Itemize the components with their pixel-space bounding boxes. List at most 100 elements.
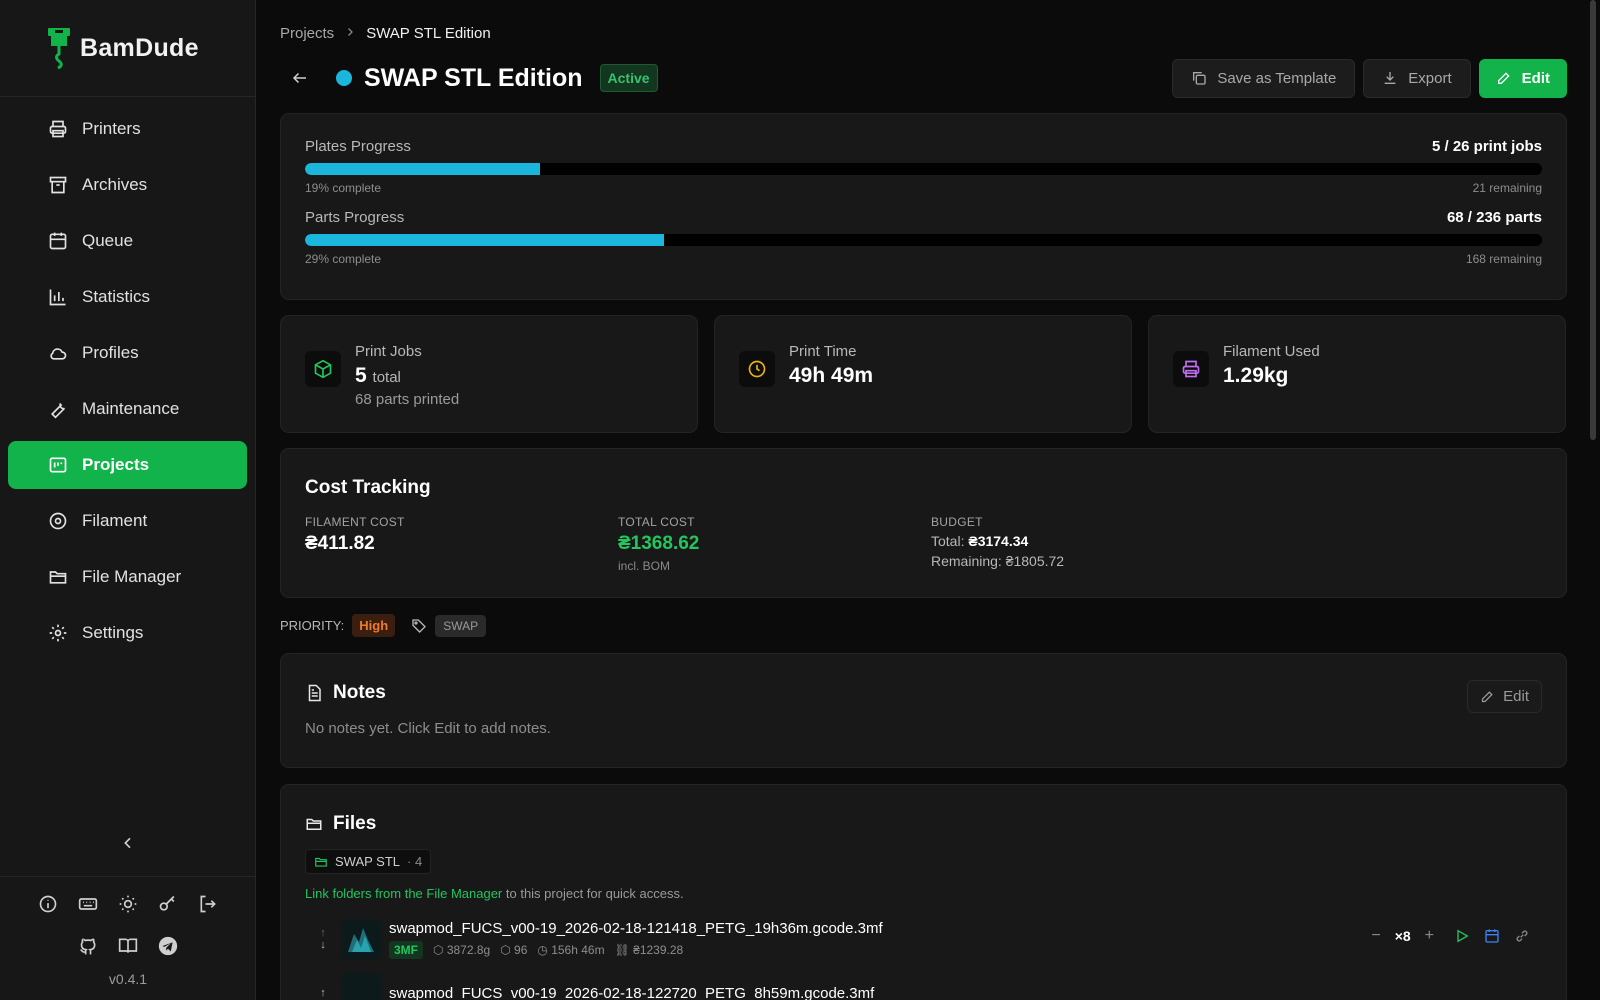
breadcrumb-projects-link[interactable]: Projects [280, 25, 334, 42]
linked-folder-chip[interactable]: SWAP STL · 4 [305, 849, 432, 874]
collapse-sidebar-button[interactable] [0, 835, 256, 851]
priority-badge: High [352, 614, 396, 637]
file-row[interactable]: ↑ swapmod_FUCS_v00-19_2026-02-18-122720_… [305, 973, 1542, 1000]
budget-total-value: ₴3174.34 [968, 533, 1029, 549]
schedule-icon[interactable] [1484, 928, 1500, 944]
total-cost-sub: incl. BOM [618, 559, 671, 573]
arrow-up-icon[interactable]: ↑ [320, 927, 326, 939]
file-thumbnail [341, 919, 381, 959]
parts-progress-label: Parts Progress [305, 209, 405, 226]
main-content: Projects SWAP STL Edition SWAP STL Editi… [256, 0, 1600, 1000]
sidebar-item-label: Filament [82, 511, 148, 530]
reorder-arrows[interactable]: ↑ [311, 987, 335, 999]
printer-icon [1173, 351, 1209, 387]
plates-progress-fill [305, 163, 541, 175]
project-color-dot [336, 70, 352, 86]
scrollbar[interactable] [1590, 0, 1596, 440]
sidebar-item-projects[interactable]: Projects [8, 441, 247, 489]
print-jobs-value: 5 [355, 364, 367, 387]
sidebar-item-queue[interactable]: Queue [8, 217, 247, 265]
app-logo[interactable]: BamDude [0, 0, 255, 97]
sidebar-item-label: Statistics [82, 287, 151, 306]
file-quantity: ×8 [1394, 928, 1411, 944]
print-time-label: Print Time [789, 343, 857, 360]
export-button[interactable]: Export [1363, 58, 1471, 98]
filament-used-card: Filament Used 1.29kg [1148, 315, 1566, 433]
plates-progress-bar [305, 163, 1542, 175]
parts-progress-fill [305, 234, 664, 246]
sidebar-nav: Printers Archives Queue Statistics Profi… [0, 105, 255, 665]
export-label: Export [1408, 69, 1452, 87]
keyboard-icon[interactable] [77, 893, 99, 915]
project-tag: SWAP [435, 614, 487, 637]
budget-remaining: Remaining: ₴1805.72 [931, 553, 1065, 569]
save-as-template-button[interactable]: Save as Template [1172, 58, 1356, 98]
sidebar-item-filament[interactable]: Filament [8, 497, 247, 545]
logout-icon[interactable] [197, 893, 219, 915]
play-icon[interactable] [1454, 928, 1470, 944]
archive-icon [48, 175, 68, 195]
plates-complete-text: 19% complete [305, 181, 382, 195]
notes-edit-button[interactable]: Edit [1467, 680, 1542, 713]
key-icon[interactable] [157, 893, 179, 915]
print-jobs-card: Print Jobs 5 total 68 parts printed [280, 315, 698, 433]
unlink-icon[interactable] [1514, 928, 1530, 944]
sidebar-item-archives[interactable]: Archives [8, 161, 247, 209]
notes-empty-text: No notes yet. Click Edit to add notes. [305, 720, 551, 737]
priority-row: PRIORITY: High SWAP [280, 614, 487, 637]
notes-title: Notes [333, 682, 386, 703]
files-title: Files [333, 813, 377, 834]
save-as-template-label: Save as Template [1217, 69, 1337, 87]
decrease-qty-button[interactable]: − [1371, 927, 1380, 945]
sidebar-item-settings[interactable]: Settings [8, 609, 247, 657]
cost-tracking-title: Cost Tracking [305, 477, 431, 498]
file-name: swapmod_FUCS_v00-19_2026-02-18-122720_PE… [389, 984, 875, 1000]
sidebar-item-label: Queue [82, 231, 134, 250]
parts-progress-bar [305, 234, 1542, 246]
file-weight: ⬡ 3872.8g [433, 942, 491, 957]
app-version: v0.4.1 [108, 971, 148, 987]
link-folders-rest: to this project for quick access. [502, 886, 684, 901]
back-button[interactable] [288, 66, 312, 90]
cloud-icon [48, 343, 68, 363]
arrow-up-icon[interactable]: ↑ [320, 987, 326, 999]
sidebar-item-maintenance[interactable]: Maintenance [8, 385, 247, 433]
sidebar-item-statistics[interactable]: Statistics [8, 273, 247, 321]
sun-icon[interactable] [117, 893, 139, 915]
edit-button[interactable]: Edit [1478, 58, 1567, 98]
page-header: SWAP STL Edition Active Save as Template… [280, 58, 1567, 98]
github-icon[interactable] [77, 935, 99, 957]
sidebar-item-printers[interactable]: Printers [8, 105, 247, 153]
arrow-down-icon[interactable]: ↓ [320, 939, 326, 951]
spool-icon [48, 511, 68, 531]
document-icon [305, 684, 323, 702]
parts-remaining-text: 168 remaining [1465, 252, 1542, 266]
sidebar-footer: v0.4.1 [0, 876, 256, 1000]
calendar-icon [48, 231, 68, 251]
book-icon[interactable] [117, 935, 139, 957]
sidebar-item-profiles[interactable]: Profiles [8, 329, 247, 377]
tag-icon [411, 618, 427, 634]
chevron-right-icon [344, 25, 356, 42]
increase-qty-button[interactable]: + [1425, 927, 1434, 945]
breadcrumb: Projects SWAP STL Edition [280, 25, 491, 42]
sidebar-item-label: Maintenance [82, 399, 180, 418]
info-icon[interactable] [37, 893, 59, 915]
box-icon [305, 351, 341, 387]
plates-progress: Plates Progress 5 / 26 print jobs 19% co… [305, 138, 1542, 195]
print-jobs-label: Print Jobs [355, 343, 422, 360]
pencil-icon [1482, 691, 1493, 703]
print-jobs-unit: total [372, 369, 401, 386]
printer-icon [48, 119, 68, 139]
parts-progress-count: 68 / 236 parts [1446, 209, 1542, 226]
sidebar-item-file-manager[interactable]: File Manager [8, 553, 247, 601]
file-cost: ⛓ ₴1239.28 [614, 942, 684, 957]
telegram-icon[interactable] [157, 935, 179, 957]
reorder-arrows[interactable]: ↑ ↓ [311, 927, 335, 951]
link-folders-link[interactable]: Link folders from the File Manager [305, 886, 502, 901]
file-row[interactable]: ↑ ↓ swapmod_FUCS_v00-19_2026-02-18-12141… [305, 919, 1542, 959]
file-type-badge: 3MF [389, 940, 423, 959]
print-time-card: Print Time 49h 49m [714, 315, 1132, 433]
breadcrumb-current: SWAP STL Edition [366, 25, 491, 42]
copy-icon [1193, 72, 1206, 85]
